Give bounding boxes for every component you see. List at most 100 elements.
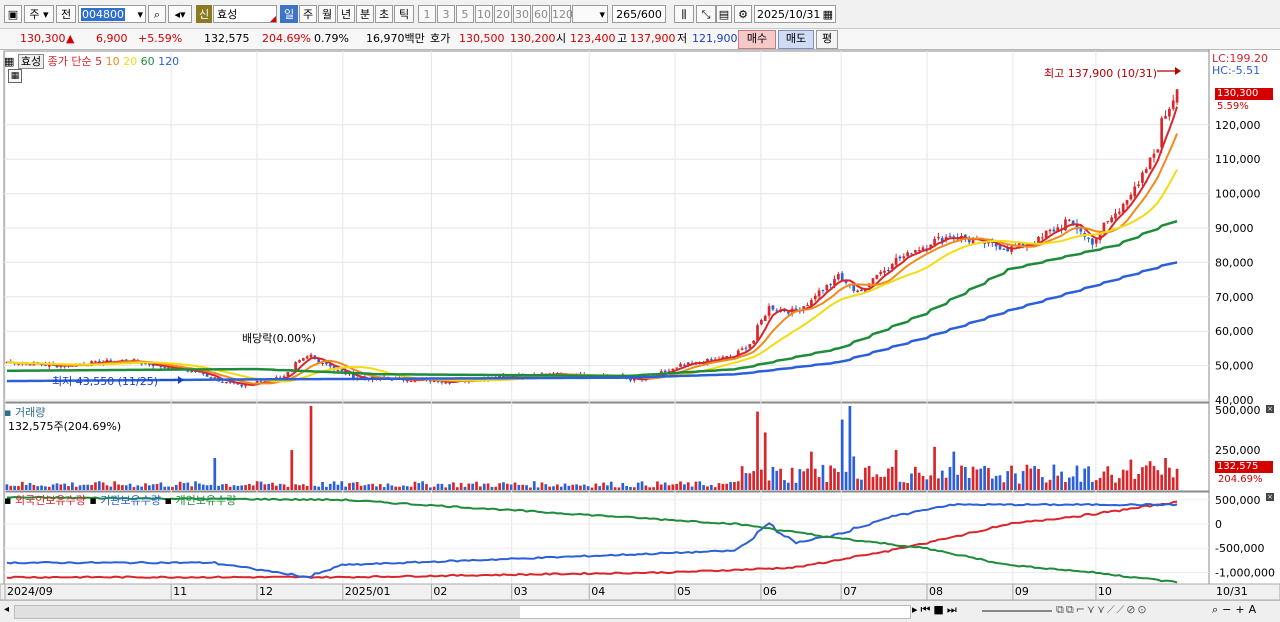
volume-bar (613, 487, 617, 490)
candle-body (1168, 108, 1171, 117)
volume-bar (382, 487, 386, 490)
candle-body (763, 315, 767, 321)
volume-bar (282, 484, 286, 490)
hc-label: HC:-5.51 (1212, 64, 1261, 77)
count-field[interactable]: 265/600 (612, 5, 666, 23)
tab-week[interactable]: 주 (299, 5, 317, 23)
volume-bar (101, 482, 105, 490)
scrollbar-track[interactable] (14, 605, 911, 619)
interval-3[interactable]: 3 (437, 5, 455, 23)
volume-bar (455, 487, 459, 490)
zoom-slider[interactable] (982, 610, 1052, 612)
volume-bar (40, 485, 43, 490)
volume-bar (582, 484, 586, 490)
stock-name-box[interactable]: 효성 (17, 54, 45, 69)
stock-name-field[interactable]: 효성 (213, 5, 277, 23)
save-icon[interactable]: ▤ (716, 5, 732, 23)
volume-bar (913, 466, 917, 490)
volume-bar (159, 482, 163, 490)
volume-bar (771, 466, 775, 490)
tab-day[interactable]: 일 (280, 5, 298, 23)
change-percent: +5.59% (138, 32, 183, 45)
candle-body (771, 305, 775, 310)
interval-60[interactable]: 60 (532, 5, 550, 23)
interval-custom-select[interactable]: ▾ (572, 5, 608, 23)
volume-bar (1110, 474, 1113, 490)
interval-30[interactable]: 30 (513, 5, 531, 23)
calculator-icon[interactable]: ▦ (8, 69, 22, 83)
candle-body (305, 356, 309, 359)
volume-bar (452, 482, 455, 490)
volume-bar (763, 432, 767, 490)
candle-body (948, 236, 952, 238)
interval-20[interactable]: 20 (494, 5, 512, 23)
date-value: 2025/10/31 (757, 8, 821, 21)
date-input[interactable]: 2025/10/31 ▦ (754, 5, 836, 23)
volume-bar (698, 481, 702, 490)
interval-5[interactable]: 5 (456, 5, 474, 23)
volume-bar (790, 467, 794, 490)
zoom-tools-icon[interactable]: ⌕−+A (1212, 603, 1260, 617)
speaker-icon[interactable]: ◂▾ (168, 5, 192, 23)
drawing-tools-icon[interactable]: ⧉⧉⌐⋎⋎⟋⟋⊘⊙ (1056, 603, 1149, 617)
tab-year[interactable]: 년 (337, 5, 355, 23)
volume-bar (140, 486, 143, 490)
interval-10[interactable]: 10 (475, 5, 493, 23)
volume-bar (298, 485, 301, 490)
volume-bar (717, 483, 721, 490)
volume-bar (948, 466, 952, 490)
interval-1[interactable]: 1 (418, 5, 436, 23)
ma-legend-item: 10 (102, 55, 120, 68)
chevron-down-icon: ▾ (137, 8, 143, 21)
y-tick-label: 70,000 (1215, 291, 1254, 304)
scrollbar-thumb[interactable] (15, 606, 520, 618)
period-select[interactable]: 주 ▾ (24, 5, 54, 23)
gear-icon[interactable]: ⚙ (734, 5, 752, 23)
volume-bar (956, 474, 960, 490)
legend-prefix: 종가 단순 (47, 55, 92, 68)
volume-bar (659, 484, 663, 490)
panel-marker-icon: ▪ (89, 494, 97, 507)
volume-bar (625, 485, 628, 490)
volume-bar (1017, 483, 1021, 490)
volume-bar (1117, 478, 1121, 490)
volume-bar (1041, 477, 1044, 490)
interval-120[interactable]: 120 (551, 5, 573, 23)
volume-bar (1164, 458, 1167, 490)
prev-button[interactable]: 전 (56, 5, 76, 23)
volume-bar (97, 481, 101, 490)
volume-bar (182, 483, 186, 490)
volume-bar (644, 485, 648, 490)
volume-bar (405, 486, 409, 490)
candle-body (894, 257, 898, 265)
tab-second[interactable]: 초 (375, 5, 393, 23)
volume-bar (44, 486, 47, 490)
candle-body (1048, 229, 1052, 232)
window-menu-icon[interactable]: ▣ (4, 5, 22, 23)
buy-button[interactable]: 매수 (738, 30, 776, 49)
volume-bar (217, 485, 220, 490)
avg-button[interactable]: 평 (816, 30, 838, 49)
candle-body (444, 382, 448, 384)
tab-minute[interactable]: 분 (356, 5, 374, 23)
close-icon[interactable]: × (1266, 405, 1274, 413)
close-icon[interactable]: × (1266, 493, 1274, 501)
search-icon[interactable]: ⌕ (148, 5, 166, 23)
candle-body (1106, 220, 1110, 222)
candle-body (1148, 157, 1152, 170)
candle-body (806, 305, 809, 307)
sell-button[interactable]: 매도 (778, 30, 814, 49)
candle-body (740, 348, 744, 350)
candle-body (913, 250, 917, 253)
scroll-left-icon[interactable]: ◂ (4, 604, 9, 615)
candle-icon[interactable]: ⫼ (674, 5, 694, 23)
x-tick-label: 05 (677, 585, 691, 598)
tab-tick[interactable]: 틱 (394, 5, 414, 23)
scale-icon[interactable]: ⤡ (696, 5, 716, 23)
stock-code-input[interactable]: 004800 ▾ (78, 5, 146, 23)
volume-bar (767, 480, 771, 490)
candle-body (786, 311, 790, 314)
volume-bar (425, 484, 428, 490)
tab-month[interactable]: 월 (318, 5, 336, 23)
playback-controls[interactable]: ▸⏮■⏭ (912, 603, 960, 617)
